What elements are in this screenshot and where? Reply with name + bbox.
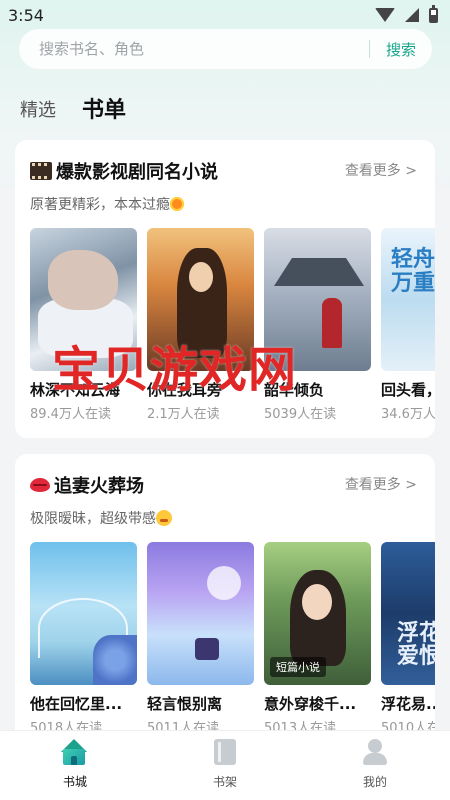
card-title-text: 追妻火葬场: [54, 476, 144, 497]
tab-featured-label: 精选: [20, 100, 56, 121]
tab-booklists[interactable]: 书单: [82, 86, 137, 128]
card-subtitle-text: 极限暧昧，超级带感: [30, 511, 156, 527]
book-readers: 5039人在读: [264, 407, 337, 422]
book-title: 你在我耳旁: [147, 381, 223, 399]
card-title-text: 爆款影视剧同名小说: [56, 162, 218, 183]
book-item[interactable]: 轻言恨别离 5011人在读: [147, 542, 254, 736]
book-title: 意外穿梭千...: [264, 695, 357, 713]
book-title: 轻言恨别离: [147, 695, 223, 713]
profile-icon: [363, 739, 387, 765]
status-time: 3:54: [8, 5, 44, 25]
card-subtitle: 极限暧昧，超级带感: [30, 508, 172, 528]
see-more-link[interactable]: 查看更多 >: [345, 474, 417, 494]
search-bar: 搜索: [19, 29, 432, 69]
book-cover: [147, 228, 254, 371]
battery-icon: [429, 4, 438, 23]
book-title: 他在回忆里...: [30, 695, 123, 713]
book-item[interactable]: 他在回忆里... 5018人在读: [30, 542, 137, 736]
status-bar: 3:54: [0, 0, 450, 30]
lips-emoji-icon: [30, 478, 50, 492]
book-title: 韶华倾负: [264, 381, 325, 399]
book-cover: 浮花 爱恨: [381, 542, 435, 685]
card-title: 爆款影视剧同名小说: [30, 158, 218, 184]
book-cover: 轻舟 万重: [381, 228, 435, 371]
search-button[interactable]: 搜索: [370, 39, 432, 60]
card-title: 追妻火葬场: [30, 472, 144, 498]
nav-bookstore[interactable]: 书城: [30, 739, 120, 790]
signal-icon: [405, 8, 419, 22]
status-icons: [375, 4, 438, 23]
tab-featured[interactable]: 精选: [20, 96, 56, 128]
book-cover: [30, 228, 137, 371]
nav-profile[interactable]: 我的: [330, 739, 420, 790]
see-more-link[interactable]: 查看更多 >: [345, 160, 417, 180]
nav-bookstore-label: 书城: [62, 775, 87, 789]
book-row: 他在回忆里... 5018人在读 轻言恨别离 5011人在读 短篇小说 意外穿梭…: [30, 542, 435, 736]
card-subtitle: 原著更精彩，本本过瘾: [30, 194, 184, 214]
nav-bookshelf-label: 书架: [212, 775, 237, 789]
cover-tag: 短篇小说: [270, 657, 326, 677]
card-subtitle-text: 原著更精彩，本本过瘾: [30, 197, 170, 213]
book-row: 林深不知云海 89.4万人在读 你在我耳旁 2.1万人在读 韶华倾负 5039人…: [30, 228, 435, 422]
book-item[interactable]: 浮花 爱恨 浮花易... 5010人在读: [381, 542, 435, 736]
wifi-icon: [375, 8, 395, 22]
bookshelf-icon: [214, 739, 236, 765]
book-readers: 2.1万人在读: [147, 407, 220, 422]
book-readers: 89.4万人在读: [30, 407, 111, 422]
book-readers: 34.6万人在读: [381, 407, 435, 422]
book-item[interactable]: 韶华倾负 5039人在读: [264, 228, 371, 422]
cover-text: 轻舟 万重: [391, 247, 435, 297]
nav-bookshelf[interactable]: 书架: [180, 739, 270, 790]
bookstore-screen: 3:54 搜索 精选 书单 爆款影视剧同名小说 查看更多 > 原著更精彩，本本过…: [0, 0, 450, 800]
booklist-card-chasing-wife: 追妻火葬场 查看更多 > 极限暧昧，超级带感 他在回忆里... 5018人在读 …: [15, 454, 435, 754]
card-header: 追妻火葬场 查看更多 >: [15, 454, 435, 512]
book-item[interactable]: 短篇小说 意外穿梭千... 5013人在读: [264, 542, 371, 736]
book-title: 浮花易...: [381, 695, 435, 713]
film-emoji-icon: [30, 162, 52, 180]
collision-emoji-icon: [170, 197, 184, 211]
book-item[interactable]: 轻舟 万重 回头看， 34.6万人在读: [381, 228, 435, 422]
bottom-nav: 书城 书架 我的: [0, 730, 450, 800]
card-header: 爆款影视剧同名小说 查看更多 >: [15, 140, 435, 198]
book-title: 回头看，: [381, 381, 435, 399]
top-tabs: 精选 书单: [20, 86, 137, 128]
booklist-card-tv-adaptations: 爆款影视剧同名小说 查看更多 > 原著更精彩，本本过瘾 林深不知云海 89.4万…: [15, 140, 435, 438]
party-face-emoji-icon: [156, 510, 172, 526]
book-item[interactable]: 林深不知云海 89.4万人在读: [30, 228, 137, 422]
book-cover: [264, 228, 371, 371]
book-item[interactable]: 你在我耳旁 2.1万人在读: [147, 228, 254, 422]
nav-profile-label: 我的: [362, 775, 387, 789]
search-input[interactable]: [19, 40, 369, 58]
tab-booklists-label: 书单: [82, 98, 127, 123]
book-cover: 短篇小说: [264, 542, 371, 685]
book-title: 林深不知云海: [30, 381, 121, 399]
cover-text: 浮花 爱恨: [397, 621, 435, 670]
bookstore-home-icon: [61, 739, 87, 765]
book-cover: [147, 542, 254, 685]
book-cover: [30, 542, 137, 685]
